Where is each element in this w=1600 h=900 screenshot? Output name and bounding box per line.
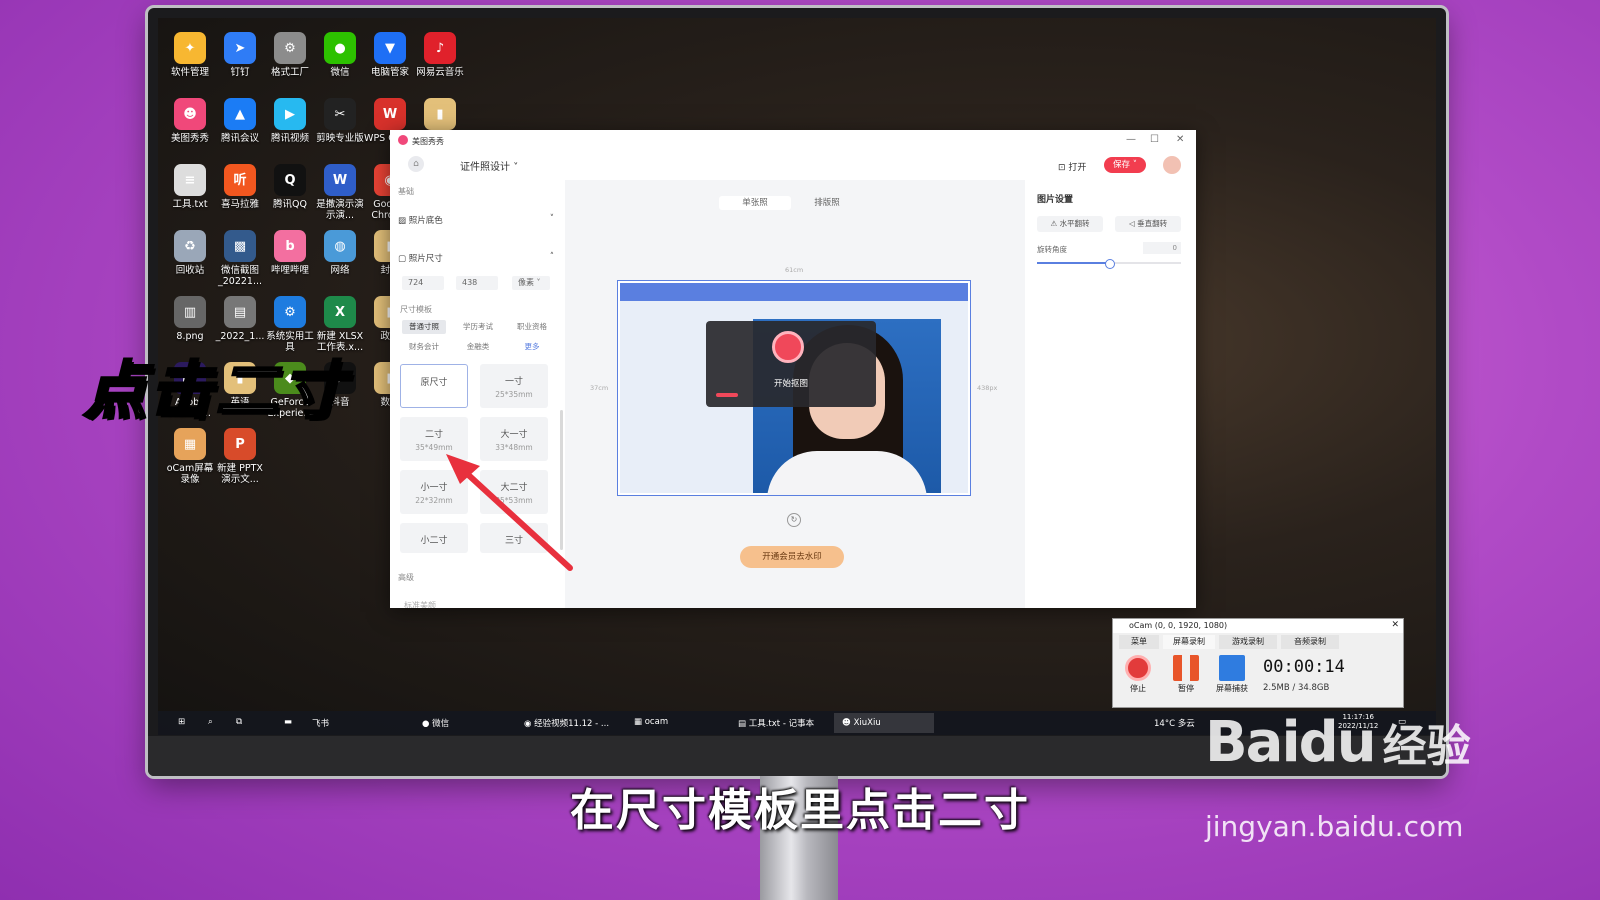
ocam-tab[interactable]: 游戏录制 [1219, 635, 1277, 649]
taskbar-item-ocam[interactable]: ▦ ocam [634, 717, 668, 727]
taskbar-item-feishu[interactable]: 飞书 [312, 717, 329, 729]
search-icon[interactable]: ⌕ [208, 717, 213, 727]
ocam-window: oCam (0, 0, 1920, 1080) ✕ 菜单 屏幕录制 游戏录制 音频录制… [1112, 618, 1404, 708]
weather[interactable]: 14°C 多云 [1154, 717, 1195, 729]
ocam-tab[interactable]: 菜单 [1119, 635, 1159, 649]
taskbar-item-xiuxiu[interactable]: ☻ XiuXiu [834, 713, 934, 733]
overlay-title: 点击二寸 [82, 353, 349, 429]
ocam-tab[interactable]: 音频录制 [1281, 635, 1339, 649]
task-view-icon[interactable]: ⧉ [236, 717, 242, 727]
taskbar-item-wechat[interactable]: ● 微信 [422, 717, 449, 729]
ocam-stop-button[interactable]: 停止 [1119, 655, 1157, 694]
ocam-tab[interactable]: 屏幕录制 [1163, 635, 1215, 649]
ocam-title: oCam (0, 0, 1920, 1080) [1113, 619, 1403, 633]
stop-icon [1125, 655, 1151, 681]
baidu-watermark: Baidu 经验 jingyan.baidu.com [1205, 710, 1471, 843]
monitor-icon [1219, 655, 1245, 681]
ocam-capture-button[interactable]: 屏幕捕获 [1213, 655, 1251, 694]
ocam-close-icon[interactable]: ✕ [1391, 620, 1399, 630]
pause-icon [1173, 655, 1199, 681]
taskbar-item-chrome[interactable]: ◉ 经验视频11.12 - ... [524, 717, 609, 729]
ocam-file-size: 2.5MB / 34.8GB [1263, 683, 1330, 693]
watermark-url: jingyan.baidu.com [1205, 810, 1464, 843]
ocam-timer: 00:00:14 [1263, 657, 1345, 677]
start-icon[interactable]: ⊞ [178, 717, 185, 727]
desktop-screen: ✦ 软件管理 ➤ 钉钉 ⚙ 格式工厂 ● 微信 ▼ 电脑管家 ♪ 网易云音乐 ☻ 美图秀秀 ▲ 腾讯会议 ▶ 腾讯… [158, 18, 1436, 735]
explorer-icon[interactable]: ▬ [284, 717, 292, 727]
taskbar-item-notepad[interactable]: ▤ 工具.txt - 记事本 [738, 717, 814, 729]
ocam-pause-button[interactable]: 暂停 [1167, 655, 1205, 694]
baidu-paw-icon: du [1298, 710, 1377, 775]
